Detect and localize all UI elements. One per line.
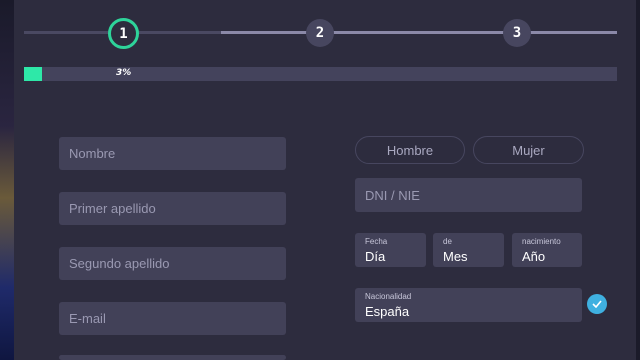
birth-month-select[interactable]: de Mes (433, 233, 504, 267)
background-edge (636, 0, 640, 360)
step-2[interactable]: 2 (306, 19, 334, 47)
dni-field[interactable]: DNI / NIE (355, 178, 582, 212)
birth-year-select[interactable]: nacimiento Año (512, 233, 582, 267)
check-icon (587, 294, 607, 314)
gender-female-button[interactable]: Mujer (473, 136, 584, 164)
progress-fill (24, 67, 42, 81)
first-surname-field[interactable]: Primer apellido (59, 192, 286, 225)
stepper-line-remaining (221, 31, 617, 34)
progress-label: 3% (116, 68, 132, 78)
nationality-select[interactable]: Nacionalidad España (355, 288, 582, 322)
birth-day-caption: Fecha (365, 237, 388, 246)
second-surname-field[interactable]: Segundo apellido (59, 247, 286, 280)
birth-year-value: Año (522, 249, 546, 264)
step-3[interactable]: 3 (503, 19, 531, 47)
birth-year-caption: nacimiento (522, 237, 561, 246)
phone-field[interactable] (59, 355, 286, 360)
progress-bar (24, 67, 617, 81)
step-1[interactable]: 1 (108, 18, 139, 49)
name-field[interactable]: Nombre (59, 137, 286, 170)
birth-day-select[interactable]: Fecha Día (355, 233, 426, 267)
nationality-caption: Nacionalidad (365, 292, 412, 301)
background-image (0, 0, 14, 360)
gender-male-button[interactable]: Hombre (355, 136, 465, 164)
email-field[interactable]: E-mail (59, 302, 286, 335)
birth-month-value: Mes (443, 249, 468, 264)
birth-month-caption: de (443, 237, 452, 246)
nationality-value: España (365, 304, 410, 319)
birth-day-value: Día (365, 249, 386, 264)
